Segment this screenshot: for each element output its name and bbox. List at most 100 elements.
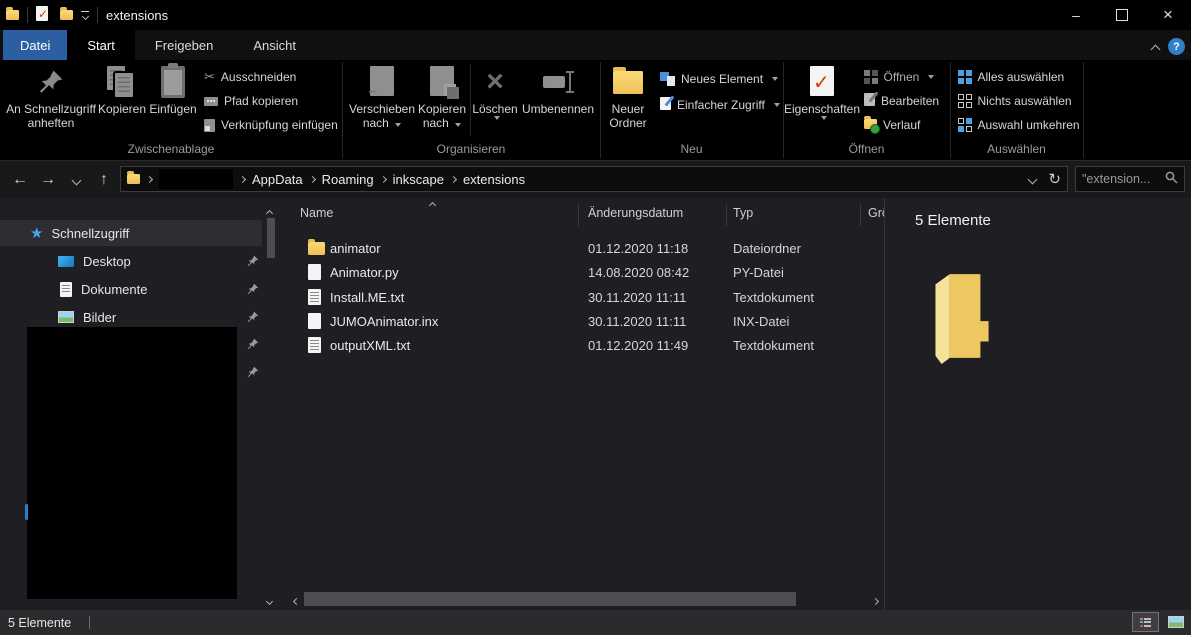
select-all-button[interactable]: Alles auswählen (958, 66, 1064, 88)
sidebar-item-label: Desktop (83, 254, 131, 269)
button-label: Verknüpfung einfügen (221, 118, 338, 132)
address-row: ← → ↑ AppData Roaming inkscape extension… (0, 161, 1191, 198)
address-bar[interactable]: AppData Roaming inkscape extensions ↻ (120, 166, 1068, 192)
breadcrumb-inkscape[interactable]: inkscape (393, 172, 444, 187)
selection-accent (25, 504, 28, 520)
file-type: INX-Datei (733, 314, 789, 329)
back-button[interactable]: ← (6, 171, 34, 189)
open-button[interactable]: Öffnen (864, 66, 934, 88)
horizontal-scrollbar[interactable] (290, 590, 884, 608)
select-none-icon (958, 94, 972, 108)
pin-icon[interactable] (247, 283, 259, 295)
scroll-left-icon[interactable] (294, 592, 299, 607)
thumbnail-view-button[interactable] (1162, 612, 1189, 632)
thumbnail-view-icon (1168, 616, 1184, 628)
copy-to-button[interactable]: Kopieren nach (414, 62, 470, 138)
rename-button[interactable]: Umbenennen (520, 62, 596, 138)
file-row[interactable]: Animator.py 14.08.2020 08:42 PY-Datei (290, 260, 884, 284)
breadcrumb-extensions[interactable]: extensions (463, 172, 525, 187)
breadcrumb-roaming[interactable]: Roaming (322, 172, 374, 187)
move-to-button[interactable]: ← Verschieben nach (350, 62, 414, 138)
scroll-down-icon[interactable] (267, 592, 272, 607)
minimize-button[interactable]: – (1053, 0, 1099, 30)
refresh-icon[interactable]: ↻ (1048, 170, 1061, 188)
close-button[interactable]: × (1145, 0, 1191, 30)
sidebar-scrollbar[interactable] (263, 200, 279, 606)
column-header-name[interactable]: Name (300, 206, 333, 220)
copy-button[interactable]: Kopieren (98, 62, 146, 138)
new-item-button[interactable]: Neues Element (660, 68, 778, 90)
group-label-organize: Organisieren (342, 142, 600, 156)
scroll-right-icon[interactable] (873, 592, 878, 607)
easy-access-button[interactable]: Einfacher Zugriff (660, 94, 780, 116)
scroll-up-icon[interactable] (267, 204, 272, 219)
button-label: Pfad kopieren (224, 94, 298, 108)
edit-icon (864, 93, 875, 109)
check-icon: ✓ (38, 7, 48, 21)
select-none-button[interactable]: Nichts auswählen (958, 90, 1072, 112)
button-label: Kopieren nach (414, 102, 470, 130)
column-header-size[interactable]: Größe (868, 206, 885, 220)
column-header-type[interactable]: Typ (733, 206, 753, 220)
delete-button[interactable]: × Löschen (472, 62, 518, 138)
scissors-icon: ✂ (204, 69, 215, 85)
edit-button[interactable]: Bearbeiten (864, 90, 939, 112)
maximize-button[interactable] (1099, 0, 1145, 30)
help-button[interactable]: ? (1168, 38, 1185, 55)
tab-share[interactable]: Freigeben (135, 30, 234, 60)
breadcrumb-appdata[interactable]: AppData (252, 172, 303, 187)
button-label: Kopieren (98, 102, 146, 116)
scrollbar-thumb[interactable] (267, 218, 275, 258)
sidebar-item-desktop[interactable]: Desktop (0, 248, 262, 274)
select-all-icon (958, 70, 972, 84)
invert-selection-button[interactable]: Auswahl umkehren (958, 114, 1080, 136)
sidebar-item-documents[interactable]: Dokumente (0, 276, 262, 302)
column-divider[interactable] (860, 204, 861, 226)
file-row[interactable]: Install.ME.txt 30.11.2020 11:11 Textdoku… (290, 285, 884, 309)
file-row[interactable]: JUMOAnimator.inx 30.11.2020 11:11 INX-Da… (290, 309, 884, 333)
history-icon (864, 118, 877, 132)
pin-icon[interactable] (247, 366, 259, 378)
file-row[interactable]: animator 01.12.2020 11:18 Dateiordner (290, 236, 884, 260)
file-name: Install.ME.txt (330, 290, 404, 305)
collapse-ribbon-button[interactable] (1152, 41, 1159, 56)
address-dropdown-icon[interactable] (1028, 174, 1038, 184)
file-list: Name Änderungsdatum Typ Größe animator 0… (290, 198, 885, 610)
forward-button[interactable]: → (34, 171, 62, 189)
breadcrumb-redacted[interactable] (159, 169, 233, 189)
column-divider[interactable] (726, 204, 727, 226)
pin-icon[interactable] (247, 338, 259, 350)
dropdown-icon (928, 75, 934, 79)
tab-start[interactable]: Start (67, 30, 134, 60)
file-date: 01.12.2020 11:49 (588, 338, 688, 353)
file-row[interactable]: outputXML.txt 01.12.2020 11:49 Textdokum… (290, 333, 884, 357)
qat-customize-button[interactable] (81, 11, 89, 20)
copy-path-button[interactable]: Pfad kopieren (204, 90, 298, 112)
qat-properties-button[interactable]: ✓ (36, 6, 51, 24)
paste-shortcut-button[interactable]: Verknüpfung einfügen (204, 114, 338, 136)
tab-file[interactable]: Datei (3, 30, 67, 60)
scrollbar-thumb[interactable] (304, 592, 796, 606)
new-folder-button[interactable]: Neuer Ordner (600, 62, 656, 138)
cut-button[interactable]: ✂ Ausschneiden (204, 66, 296, 88)
details-view-button[interactable] (1132, 612, 1159, 632)
pin-to-quick-access-button[interactable]: An Schnellzugriff anheften (4, 62, 98, 138)
pin-icon[interactable] (247, 255, 259, 267)
divider (97, 7, 98, 23)
group-label-open: Öffnen (783, 142, 950, 156)
recent-locations-button[interactable] (62, 171, 90, 189)
column-header-date[interactable]: Änderungsdatum (588, 206, 683, 220)
button-label: Ausschneiden (221, 70, 296, 84)
history-button[interactable]: Verlauf (864, 114, 920, 136)
properties-button[interactable]: ✓ Eigenschaften (788, 62, 856, 138)
search-input[interactable]: "extension... (1075, 166, 1185, 192)
text-file-icon (308, 289, 321, 305)
qat-new-folder-button[interactable] (60, 10, 73, 20)
paste-button[interactable]: Einfügen (148, 62, 198, 138)
up-button[interactable]: ↑ (90, 171, 118, 189)
button-label: Einfacher Zugriff (677, 98, 765, 112)
pin-icon[interactable] (247, 311, 259, 323)
sidebar-item-quick-access[interactable]: ★ Schnellzugriff (0, 220, 262, 246)
column-divider[interactable] (578, 204, 579, 226)
tab-view[interactable]: Ansicht (233, 30, 316, 60)
